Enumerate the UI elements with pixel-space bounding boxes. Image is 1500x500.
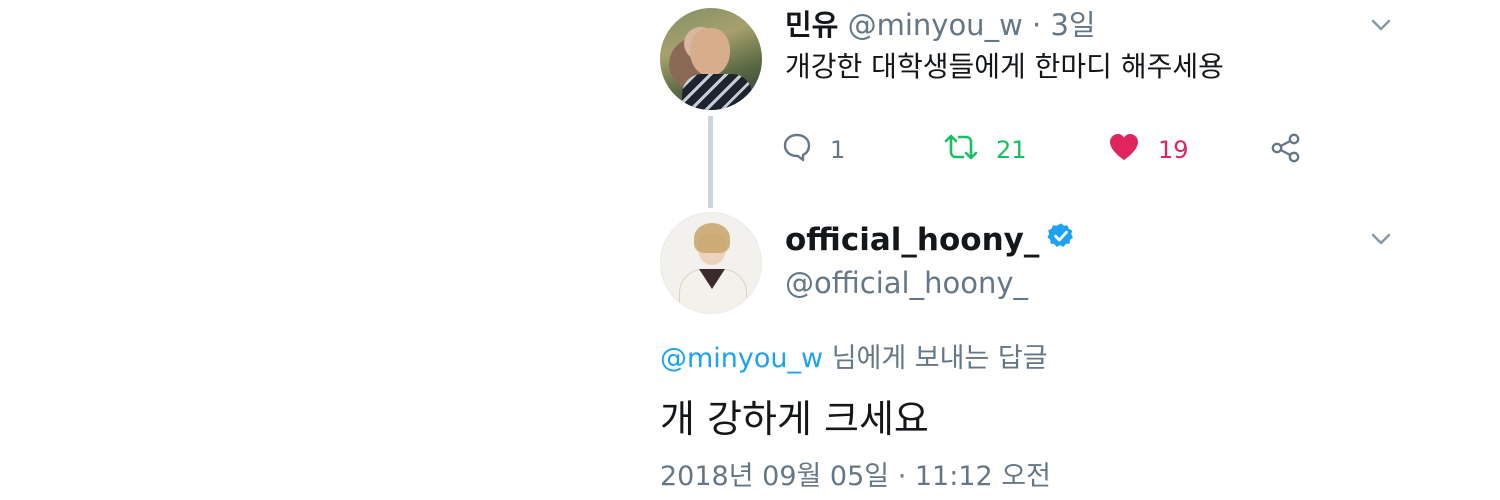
- tweet2-display-name[interactable]: official_hoony_: [785, 222, 1039, 258]
- tweet1-text: 개강한 대학생들에게 한마디 해주세용: [785, 50, 1224, 83]
- avatar-minyou[interactable]: [660, 8, 762, 110]
- heart-icon: [1108, 132, 1140, 168]
- tweet1-header: 민유 @minyou_w · 3일: [785, 2, 1096, 44]
- reply-button[interactable]: 1: [782, 132, 845, 168]
- thread-connector-line: [708, 116, 713, 208]
- avatar-face: [690, 28, 730, 76]
- like-button[interactable]: 19: [1108, 132, 1189, 168]
- tweet2-timestamp[interactable]: 2018년 09월 05일 · 11:12 오전: [660, 454, 1051, 493]
- tweet2-header: official_hoony_: [785, 222, 1075, 258]
- tweet1-time[interactable]: 3일: [1050, 8, 1095, 42]
- retweet-icon: [944, 132, 978, 168]
- tweet2-handle[interactable]: @official_hoony_: [785, 266, 1028, 300]
- reply-count: 1: [830, 136, 846, 164]
- tweet2-menu-chevron-down-icon[interactable]: [1370, 228, 1392, 250]
- retweet-button[interactable]: 21: [944, 132, 1027, 168]
- verified-badge-icon: [1047, 222, 1075, 258]
- avatar-shirt: [682, 74, 752, 110]
- reply-to-label: 님에게 보내는 답글: [823, 343, 1048, 374]
- tweet1-menu-chevron-down-icon[interactable]: [1370, 14, 1392, 36]
- retweet-count: 21: [996, 136, 1027, 164]
- reply-to-line: @minyou_w 님에게 보내는 답글: [660, 336, 1048, 375]
- tweet2-text: 개 강하게 크세요: [660, 397, 929, 441]
- tweet1-separator: ·: [1032, 8, 1042, 42]
- tweet1-display-name[interactable]: 민유: [785, 8, 838, 42]
- tweet1-handle[interactable]: @minyou_w: [848, 8, 1023, 42]
- like-count: 19: [1158, 136, 1189, 164]
- avatar-hair: [694, 223, 730, 253]
- reply-to-mention-link[interactable]: @minyou_w: [660, 343, 823, 374]
- reply-icon: [782, 132, 812, 168]
- avatar-official-hoony[interactable]: [660, 212, 762, 314]
- share-button[interactable]: [1270, 132, 1302, 170]
- avatar-vneck: [699, 269, 725, 289]
- share-icon: [1270, 132, 1302, 170]
